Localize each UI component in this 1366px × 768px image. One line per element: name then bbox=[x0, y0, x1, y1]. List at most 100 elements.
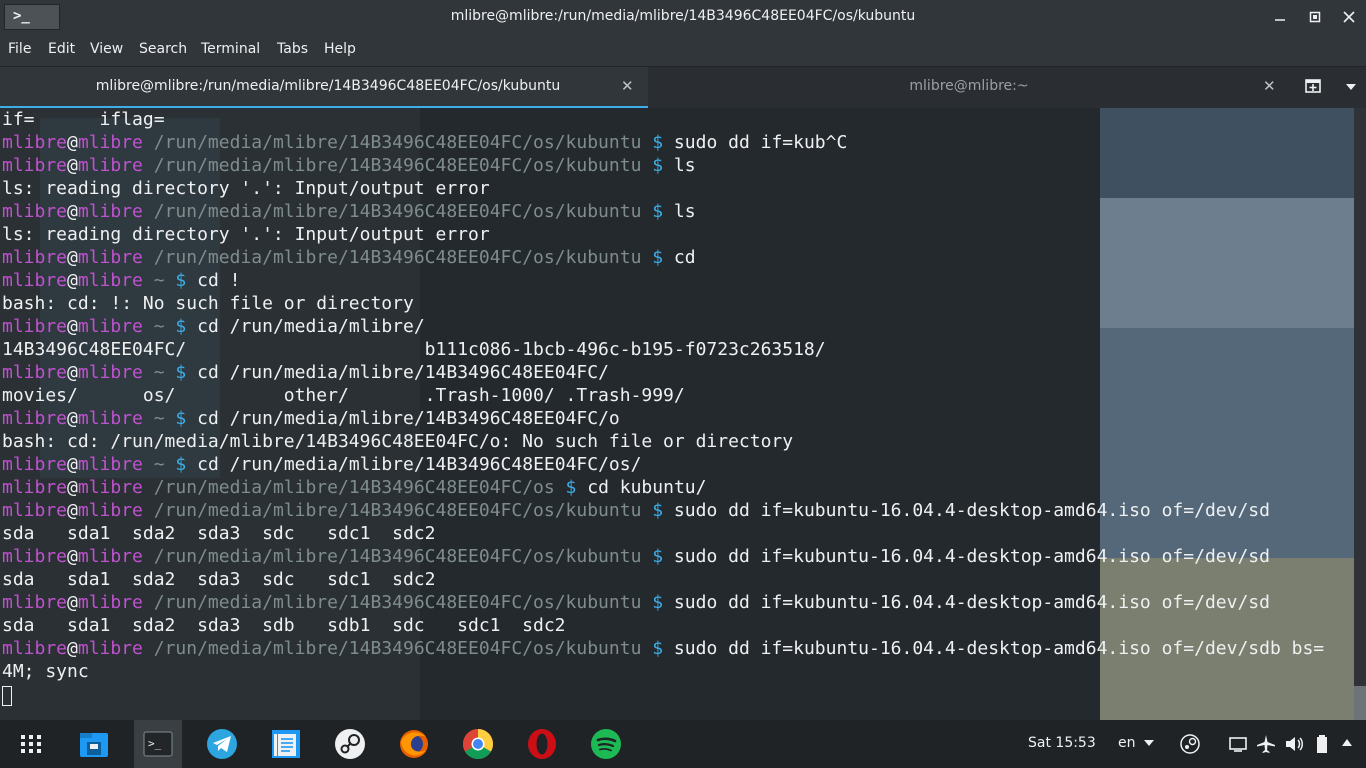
prompt-path: ~ bbox=[142, 454, 165, 475]
output-text: 4M; sync bbox=[2, 661, 89, 682]
tray-expand-icon[interactable] bbox=[1340, 736, 1354, 750]
minimize-button[interactable] bbox=[1268, 6, 1292, 28]
maximize-icon bbox=[1309, 11, 1321, 23]
text-editor-icon[interactable] bbox=[270, 728, 302, 760]
menu-file[interactable]: File bbox=[8, 41, 31, 57]
menu-search[interactable]: Search bbox=[139, 41, 187, 57]
prompt-at: @ bbox=[67, 362, 78, 383]
output-text: ls: reading directory '.': Input/output … bbox=[2, 224, 490, 245]
terminal-output[interactable]: if= iflag= mlibre@mlibre /run/media/mlibr… bbox=[0, 108, 1354, 720]
steam-icon[interactable] bbox=[334, 728, 366, 760]
prompt-user: mlibre bbox=[2, 454, 68, 475]
prompt-at: @ bbox=[67, 477, 78, 498]
prompt-at: @ bbox=[67, 316, 78, 337]
prompt-host: mlibre bbox=[77, 155, 143, 176]
svg-text:>_: >_ bbox=[148, 737, 162, 750]
prompt-at: @ bbox=[67, 546, 78, 567]
prompt-line: mlibre@mlibre /run/media/mlibre/14B3496C… bbox=[2, 154, 1324, 177]
prompt-host: mlibre bbox=[77, 247, 143, 268]
prompt-line: mlibre@mlibre ~ $ cd /run/media/mlibre/ bbox=[2, 315, 1324, 338]
chevron-down-icon bbox=[1143, 739, 1154, 746]
tab-bar: mlibre@mlibre:/run/media/mlibre/14B3496C… bbox=[0, 66, 1366, 108]
terminal-scrollbar[interactable] bbox=[1354, 108, 1366, 720]
telegram-icon[interactable] bbox=[206, 728, 238, 760]
prompt-user: mlibre bbox=[2, 247, 68, 268]
output-line: if= iflag= bbox=[2, 108, 1324, 131]
output-text: 14B3496C48EE04FC/ b111c086-1bcb-496c-b19… bbox=[2, 339, 826, 360]
spotify-icon[interactable] bbox=[590, 728, 622, 760]
prompt-user: mlibre bbox=[2, 408, 68, 429]
command-text: ls bbox=[663, 201, 696, 222]
output-line: sda sda1 sda2 sda3 sdc sdc1 sdc2 bbox=[2, 568, 1324, 591]
terminal-icon[interactable]: >_ bbox=[142, 728, 174, 760]
new-tab-icon[interactable] bbox=[1302, 76, 1324, 98]
menu-tabs[interactable]: Tabs bbox=[277, 41, 308, 57]
prompt-path: /run/media/mlibre/14B3496C48EE04FC/os/ku… bbox=[142, 155, 642, 176]
prompt-symbol: $ bbox=[641, 638, 664, 659]
tab-label: mlibre@mlibre:/run/media/mlibre/14B3496C… bbox=[95, 78, 561, 94]
close-tab-icon[interactable]: ✕ bbox=[621, 77, 634, 95]
prompt-line: mlibre@mlibre /run/media/mlibre/14B3496C… bbox=[2, 545, 1324, 568]
command-text: cd /run/media/mlibre/14B3496C48EE04FC/ bbox=[186, 362, 609, 383]
command-text: cd /run/media/mlibre/ bbox=[186, 316, 425, 337]
prompt-user: mlibre bbox=[2, 362, 68, 383]
app-launcher-icon[interactable] bbox=[16, 729, 46, 759]
prompt-line: mlibre@mlibre ~ $ cd ! bbox=[2, 269, 1324, 292]
command-text: sudo dd if=kubuntu-16.04.4-desktop-amd64… bbox=[663, 546, 1270, 567]
scrollbar-thumb[interactable] bbox=[1354, 686, 1366, 720]
prompt-path: /run/media/mlibre/14B3496C48EE04FC/os/ku… bbox=[142, 638, 642, 659]
steam-tray-icon[interactable] bbox=[1180, 734, 1200, 754]
opera-icon[interactable] bbox=[526, 728, 558, 760]
notifications-icon[interactable] bbox=[1228, 734, 1248, 754]
prompt-user: mlibre bbox=[2, 477, 68, 498]
prompt-user: mlibre bbox=[2, 270, 68, 291]
prompt-path: /run/media/mlibre/14B3496C48EE04FC/os/ku… bbox=[142, 546, 642, 567]
prompt-symbol: $ bbox=[641, 155, 664, 176]
tab-home[interactable]: mlibre@mlibre:~ ✕ bbox=[649, 67, 1289, 108]
tab-kubuntu[interactable]: mlibre@mlibre:/run/media/mlibre/14B3496C… bbox=[0, 67, 648, 108]
chrome-icon[interactable] bbox=[462, 728, 494, 760]
prompt-line: mlibre@mlibre ~ $ cd /run/media/mlibre/1… bbox=[2, 407, 1324, 430]
prompt-at: @ bbox=[67, 270, 78, 291]
volume-icon[interactable] bbox=[1284, 734, 1304, 754]
chevron-down-icon[interactable] bbox=[1340, 76, 1362, 98]
close-tab-icon[interactable]: ✕ bbox=[1263, 77, 1276, 95]
output-text: if= iflag= bbox=[2, 109, 165, 130]
firefox-icon[interactable] bbox=[398, 728, 430, 760]
clock[interactable]: Sat 15:53 bbox=[1028, 735, 1096, 751]
battery-icon[interactable] bbox=[1312, 734, 1332, 754]
prompt-user: mlibre bbox=[2, 201, 68, 222]
maximize-button[interactable] bbox=[1303, 6, 1327, 28]
prompt-host: mlibre bbox=[77, 592, 143, 613]
prompt-host: mlibre bbox=[77, 316, 143, 337]
menu-view[interactable]: View bbox=[90, 41, 123, 57]
prompt-at: @ bbox=[67, 155, 78, 176]
terminal-lines: if= iflag= mlibre@mlibre /run/media/mlibr… bbox=[2, 108, 1324, 683]
output-text: sda sda1 sda2 sda3 sdc sdc1 sdc2 bbox=[2, 523, 436, 544]
prompt-user: mlibre bbox=[2, 638, 68, 659]
menu-edit[interactable]: Edit bbox=[48, 41, 75, 57]
prompt-at: @ bbox=[67, 247, 78, 268]
prompt-user: mlibre bbox=[2, 546, 68, 567]
prompt-at: @ bbox=[67, 132, 78, 153]
prompt-host: mlibre bbox=[77, 477, 143, 498]
prompt-line: mlibre@mlibre /run/media/mlibre/14B3496C… bbox=[2, 476, 1324, 499]
output-text: ls: reading directory '.': Input/output … bbox=[2, 178, 490, 199]
airplane-mode-icon[interactable] bbox=[1256, 734, 1276, 754]
close-window-button[interactable] bbox=[1337, 6, 1361, 28]
keyboard-layout[interactable]: en bbox=[1118, 735, 1154, 751]
menu-help[interactable]: Help bbox=[324, 41, 356, 57]
output-line: 4M; sync bbox=[2, 660, 1324, 683]
menu-terminal[interactable]: Terminal bbox=[201, 41, 260, 57]
prompt-symbol: $ bbox=[554, 477, 577, 498]
prompt-host: mlibre bbox=[77, 132, 143, 153]
prompt-path: /run/media/mlibre/14B3496C48EE04FC/os/ku… bbox=[142, 592, 642, 613]
title-bar: >_ mlibre@mlibre:/run/media/mlibre/14B34… bbox=[0, 0, 1366, 34]
prompt-symbol: $ bbox=[164, 316, 187, 337]
minimize-icon bbox=[1275, 19, 1285, 21]
prompt-at: @ bbox=[67, 454, 78, 475]
prompt-user: mlibre bbox=[2, 132, 68, 153]
output-text: sda sda1 sda2 sda3 sdc sdc1 sdc2 bbox=[2, 569, 436, 590]
prompt-host: mlibre bbox=[77, 362, 143, 383]
file-manager-icon[interactable] bbox=[78, 728, 110, 760]
